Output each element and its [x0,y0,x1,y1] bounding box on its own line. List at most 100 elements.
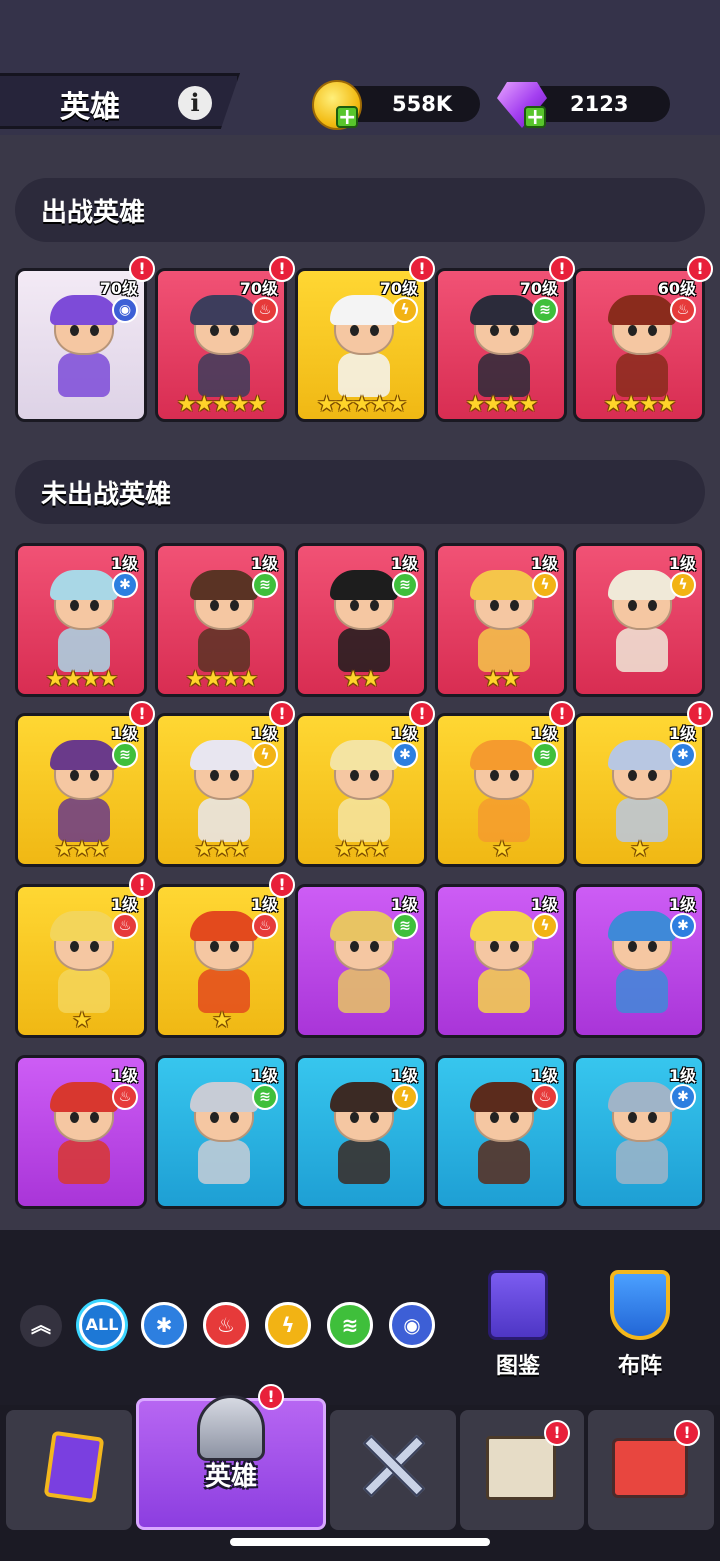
formation-label: 布阵 [617,1354,662,1379]
filter-all-button[interactable]: ALL [79,1302,125,1348]
nav-heroes-alert-icon: ! [258,1384,284,1410]
codex-label: 图鉴 [495,1354,540,1379]
hero-level: 1级 [390,1066,418,1085]
hero-level: 1级 [530,895,558,914]
hero-card[interactable]: 70级 ϟ ★★★★★ [295,268,427,422]
hero-stars: ★★ [343,667,380,692]
filter-fire-icon[interactable]: ♨ [203,1302,249,1348]
thunder-element-icon: ϟ [392,297,418,323]
hero-alert-icon: ! [549,256,575,282]
formation-shield-icon [610,1270,670,1340]
hero-card[interactable]: 1级 ♨ ★ [155,884,287,1038]
hero-stars: ★★★★ [45,667,119,692]
fire-element-icon: ♨ [670,297,696,323]
ice-element-icon: ✱ [112,572,138,598]
hero-stars: ★★★★ [465,392,539,417]
hero-stars: ★★★ [54,837,109,862]
hero-card[interactable]: 1级 ≋ ★★ [295,543,427,697]
hero-card[interactable]: 1级 ✱ ★★★ [295,713,427,867]
hero-level: 1级 [668,554,696,573]
heroes-helmet-icon [197,1395,265,1461]
hero-card[interactable]: 70级 ♨ ★★★★★ [155,268,287,422]
thunder-element-icon: ϟ [532,572,558,598]
filter-thunder-icon[interactable]: ϟ [265,1302,311,1348]
codex-book-icon [488,1270,548,1340]
hero-card[interactable]: 1级 ≋ [295,884,427,1038]
hero-alert-icon: ! [269,872,295,898]
filter-wind-icon[interactable]: ≋ [327,1302,373,1348]
undeployed-section-header: 未出战英雄 [15,460,705,524]
hero-card[interactable]: 1级 ϟ [295,1055,427,1209]
hero-card[interactable]: 1级 ✱ ★ [573,713,705,867]
hero-level: 1级 [668,895,696,914]
hero-alert-icon: ! [549,701,575,727]
add-gems-icon[interactable]: + [524,106,546,129]
hero-card[interactable]: 1级 ≋ ★★★ [15,713,147,867]
hero-card[interactable]: 1级 ✱ [573,884,705,1038]
hero-card[interactable]: 1级 ≋ ★★★★ [155,543,287,697]
fire-element-icon: ♨ [112,913,138,939]
hero-card[interactable]: 1级 ϟ [435,884,567,1038]
collapse-toggle-icon[interactable]: ︽ [20,1305,62,1347]
hero-card[interactable]: 60级 ♨ ★★★★ [573,268,705,422]
info-icon[interactable]: i [178,86,212,120]
nav-heroes-label: 英雄 [204,1462,257,1492]
fire-element-icon: ♨ [252,913,278,939]
castle-icon [486,1436,556,1500]
wind-element-icon: ≋ [392,913,418,939]
formation-button[interactable]: 布阵 [600,1270,680,1380]
hero-level: 1级 [110,1066,138,1085]
spirit-element-icon: ◉ [112,297,138,323]
ice-element-icon: ✱ [670,1084,696,1110]
ice-element-icon: ✱ [392,742,418,768]
hero-card[interactable]: 1级 ≋ ★ [435,713,567,867]
hero-alert-icon: ! [687,701,713,727]
hero-level: 1级 [530,554,558,573]
hero-card[interactable]: 1级 ♨ [435,1055,567,1209]
hero-card[interactable]: 1级 ✱ [573,1055,705,1209]
wind-element-icon: ≋ [112,742,138,768]
hero-stars: ★ [212,1008,232,1033]
hero-level: 1级 [250,1066,278,1085]
nav-shop-alert-icon: ! [674,1420,700,1446]
hero-alert-icon: ! [409,256,435,282]
wind-element-icon: ≋ [532,742,558,768]
deployed-section-header: 出战英雄 [15,178,705,242]
hero-card[interactable]: 1级 ϟ ★★ [435,543,567,697]
filter-ice-icon[interactable]: ✱ [141,1302,187,1348]
hero-stars: ★★★★★ [316,392,408,417]
nav-tab-cards[interactable] [6,1410,132,1530]
wind-element-icon: ≋ [392,572,418,598]
filter-spirit-icon[interactable]: ◉ [389,1302,435,1348]
nav-tab-battle[interactable] [330,1410,456,1530]
hero-level: 1级 [250,554,278,573]
add-coins-icon[interactable]: + [336,106,358,129]
cards-icon [43,1430,105,1504]
hero-card[interactable]: 70级 ◉ [15,268,147,422]
hero-alert-icon: ! [129,701,155,727]
shop-icon [612,1438,688,1498]
fire-element-icon: ♨ [252,297,278,323]
wind-element-icon: ≋ [532,297,558,323]
hero-stars: ★ [72,1008,92,1033]
hero-alert-icon: ! [129,872,155,898]
battle-swords-icon [360,1432,426,1498]
hero-card[interactable]: 1级 ≋ [155,1055,287,1209]
home-indicator [230,1538,490,1546]
wind-element-icon: ≋ [252,572,278,598]
hero-card[interactable]: 1级 ♨ ★ [15,884,147,1038]
hero-card[interactable]: 70级 ≋ ★★★★ [435,268,567,422]
codex-button[interactable]: 图鉴 [478,1270,558,1380]
hero-card[interactable]: 1级 ϟ ★★★ [155,713,287,867]
hero-level: 1级 [530,1066,558,1085]
hero-card[interactable]: 1级 ϟ [573,543,705,697]
hero-card[interactable]: 1级 ✱ ★★★★ [15,543,147,697]
hero-alert-icon: ! [409,701,435,727]
thunder-element-icon: ϟ [532,913,558,939]
page-title: 英雄 [60,90,120,125]
hero-stars: ★ [492,837,512,862]
hero-stars: ★★★★ [185,667,259,692]
hero-level: 1级 [390,554,418,573]
hero-card[interactable]: 1级 ♨ [15,1055,147,1209]
ice-element-icon: ✱ [670,742,696,768]
